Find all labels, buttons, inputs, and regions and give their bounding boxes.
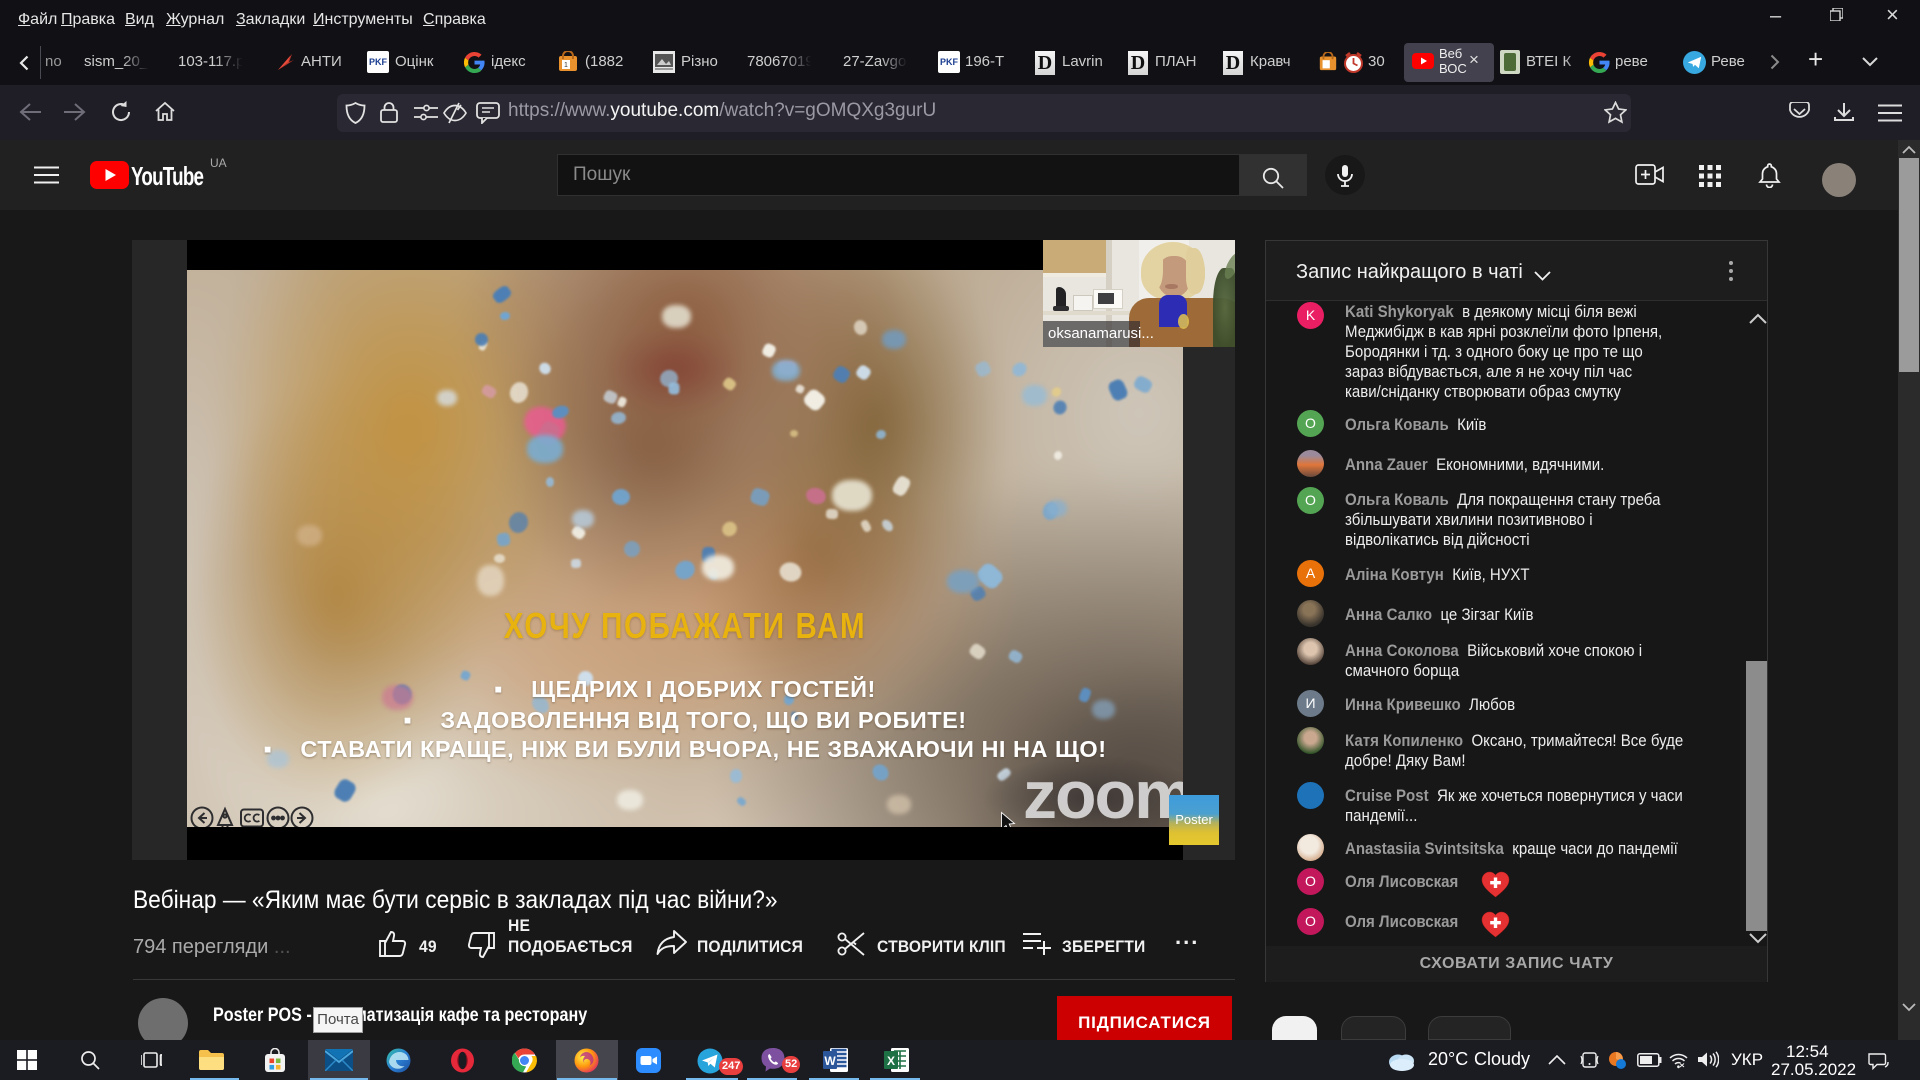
svg-text:W: W: [824, 1054, 836, 1068]
svg-text:X: X: [887, 1054, 895, 1068]
